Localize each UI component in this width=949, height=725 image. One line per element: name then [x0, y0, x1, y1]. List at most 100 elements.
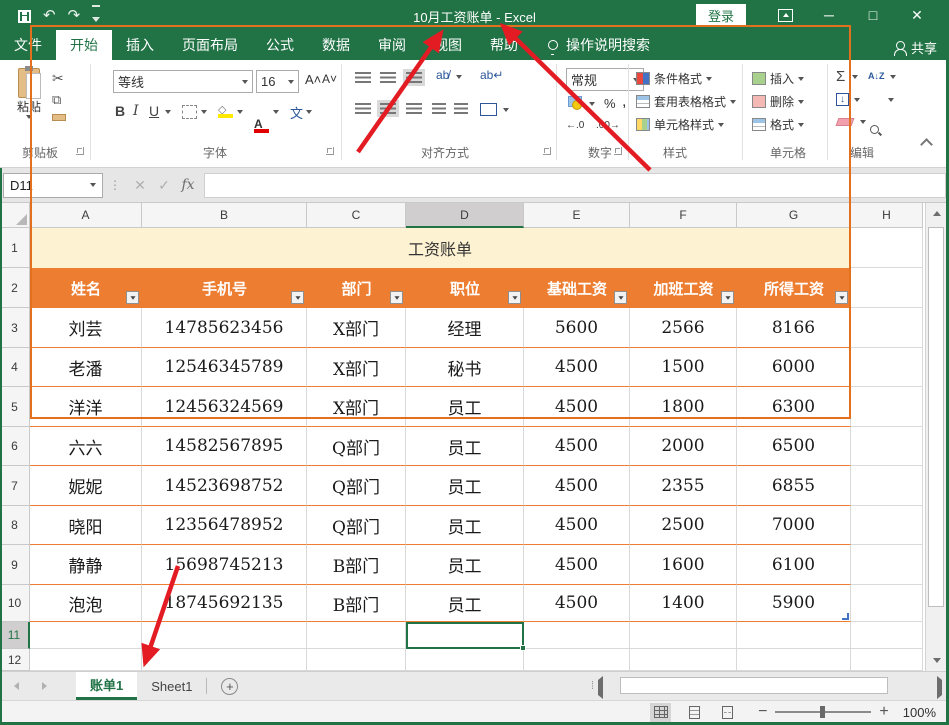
cell[interactable]: 12356478952 — [142, 506, 307, 545]
cell[interactable]: 2500 — [630, 506, 737, 545]
formula-input[interactable] — [204, 173, 946, 198]
merge-dropdown[interactable] — [503, 108, 509, 112]
cell[interactable]: 15698745213 — [142, 545, 307, 585]
zoom-in-button[interactable]: + — [879, 703, 888, 721]
column-header-D[interactable]: D — [406, 203, 524, 228]
cell[interactable]: 14582567895 — [142, 427, 307, 466]
shrink-font-button[interactable]: A˅ — [322, 72, 337, 86]
cell[interactable] — [30, 649, 142, 671]
cell[interactable] — [851, 308, 923, 348]
cell[interactable]: Q部门 — [307, 466, 406, 506]
underline-button[interactable]: U — [149, 103, 159, 119]
ribbon-tab-4[interactable]: 数据 — [308, 30, 364, 60]
close-button[interactable]: ✕ — [895, 0, 939, 30]
fill-color-button[interactable]: ◇ — [218, 102, 234, 118]
accounting-dropdown[interactable] — [589, 102, 595, 106]
cell[interactable]: 12456324569 — [142, 387, 307, 427]
font-color-dropdown[interactable] — [273, 110, 279, 114]
fill-color-dropdown[interactable] — [237, 110, 243, 114]
name-box[interactable]: D11 — [3, 173, 103, 198]
cell[interactable]: X部门 — [307, 308, 406, 348]
cell[interactable]: 6300 — [737, 387, 851, 427]
cell[interactable] — [851, 228, 923, 268]
cell[interactable]: 经理 — [406, 308, 524, 348]
ribbon-tab-2[interactable]: 页面布局 — [168, 30, 252, 60]
row-header-3[interactable]: 3 — [0, 308, 30, 348]
tab-file[interactable]: 文件 — [0, 30, 56, 60]
select-all-corner[interactable] — [0, 203, 30, 228]
decrease-indent-button[interactable] — [432, 103, 446, 114]
cell[interactable]: 2000 — [630, 427, 737, 466]
cell[interactable] — [851, 348, 923, 387]
page-break-view-button[interactable] — [717, 703, 738, 722]
ribbon-tab-3[interactable]: 公式 — [252, 30, 308, 60]
sheet-nav-right-icon[interactable] — [30, 672, 58, 700]
normal-view-button[interactable] — [650, 703, 671, 722]
cell[interactable]: 六六 — [30, 427, 142, 466]
collapse-ribbon-button[interactable] — [920, 138, 933, 151]
grow-font-button[interactable]: A˄ — [305, 72, 321, 87]
cell[interactable] — [851, 545, 923, 585]
format-painter-button[interactable] — [52, 114, 66, 121]
new-sheet-button[interactable]: + — [221, 678, 238, 695]
align-middle-button[interactable] — [380, 72, 396, 83]
column-header-B[interactable]: B — [142, 203, 307, 228]
format-as-table-button[interactable]: 套用表格格式 — [636, 93, 736, 110]
filter-dropdown-icon[interactable] — [291, 291, 304, 304]
cell[interactable]: 员工 — [406, 506, 524, 545]
cell[interactable]: 洋洋 — [30, 387, 142, 427]
zoom-slider[interactable] — [775, 711, 871, 713]
filter-dropdown-icon[interactable] — [835, 291, 848, 304]
wrap-text-button[interactable]: ab↵ — [480, 68, 503, 82]
filter-dropdown-icon[interactable] — [614, 291, 627, 304]
percent-style-button[interactable]: % — [604, 96, 616, 111]
cell[interactable] — [406, 649, 524, 671]
cell[interactable]: 6855 — [737, 466, 851, 506]
cell[interactable] — [30, 622, 142, 649]
cell[interactable]: 1400 — [630, 585, 737, 622]
font-size-combo[interactable]: 16 — [256, 70, 299, 93]
increase-decimal-button[interactable]: ←.0 — [566, 120, 584, 131]
ribbon-tab-6[interactable]: 视图 — [420, 30, 476, 60]
cell[interactable] — [142, 622, 307, 649]
minimize-button[interactable]: ─ — [807, 0, 851, 30]
cell[interactable]: 4500 — [524, 506, 630, 545]
merge-center-button[interactable] — [480, 103, 497, 116]
vertical-scroll-thumb[interactable] — [928, 227, 944, 607]
horizontal-scroll-thumb[interactable] — [620, 677, 888, 694]
paste-button[interactable]: 粘贴 — [12, 68, 46, 126]
cell[interactable]: 7000 — [737, 506, 851, 545]
phonetic-dropdown[interactable] — [306, 110, 312, 114]
autosum-button[interactable]: Σ — [836, 68, 845, 85]
cell[interactable]: 秘书 — [406, 348, 524, 387]
row-header-2[interactable]: 2 — [0, 268, 30, 308]
table-header-cell[interactable]: 所得工资 — [737, 268, 851, 308]
copy-button[interactable]: ⧉ — [52, 92, 61, 108]
cell[interactable]: 4500 — [524, 348, 630, 387]
cell[interactable]: 1500 — [630, 348, 737, 387]
row-header-6[interactable]: 6 — [0, 427, 30, 466]
cell[interactable]: 妮妮 — [30, 466, 142, 506]
font-dialog-launcher[interactable] — [326, 147, 334, 155]
cell[interactable] — [307, 649, 406, 671]
filter-dropdown-icon[interactable] — [508, 291, 521, 304]
row-header-8[interactable]: 8 — [0, 506, 30, 545]
align-top-button[interactable] — [355, 72, 371, 83]
increase-indent-button[interactable] — [454, 103, 468, 114]
row-header-11[interactable]: 11 — [0, 622, 30, 649]
row-header-4[interactable]: 4 — [0, 348, 30, 387]
cell-styles-button[interactable]: 单元格样式 — [636, 116, 724, 133]
underline-dropdown[interactable] — [165, 110, 171, 114]
cell[interactable]: 6500 — [737, 427, 851, 466]
borders-dropdown[interactable] — [201, 110, 207, 114]
cell[interactable]: X部门 — [307, 387, 406, 427]
cell[interactable]: 员工 — [406, 427, 524, 466]
cell[interactable]: 18745692135 — [142, 585, 307, 622]
cell[interactable] — [630, 649, 737, 671]
cell[interactable]: 4500 — [524, 427, 630, 466]
merged-title-cell[interactable]: 工资账单 — [30, 228, 851, 268]
maximize-button[interactable]: □ — [851, 0, 895, 30]
cell[interactable] — [142, 649, 307, 671]
cell[interactable]: 2355 — [630, 466, 737, 506]
decrease-decimal-button[interactable]: .00→ — [596, 120, 620, 131]
